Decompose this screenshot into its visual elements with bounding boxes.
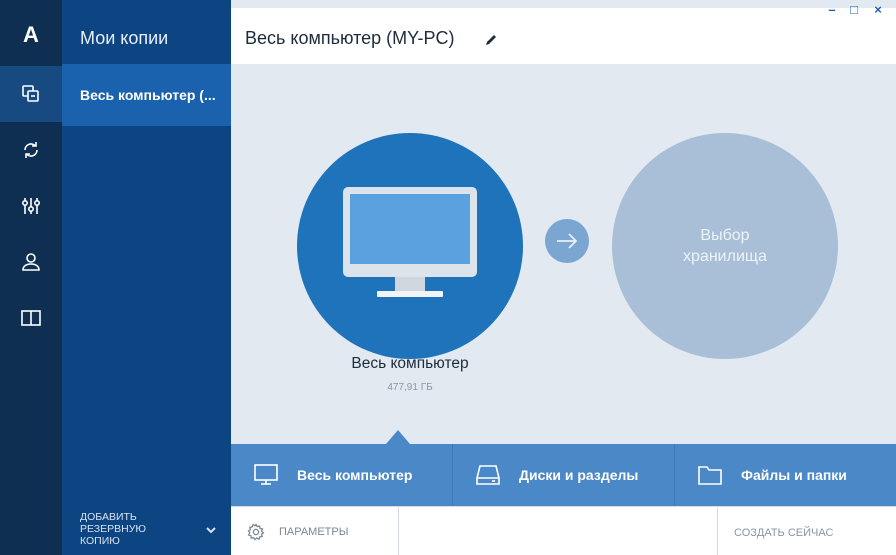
rail-item-tools[interactable] [0, 178, 62, 234]
rail-item-backup[interactable] [0, 66, 62, 122]
backup-title: Весь компьютер (MY-PC) [245, 28, 455, 48]
tab-files-folders[interactable]: Файлы и папки [675, 444, 896, 506]
maximize-button[interactable]: □ [845, 0, 863, 18]
app-logo: A [0, 10, 62, 60]
source-size: 477,91 ГБ [387, 382, 433, 393]
create-now-button[interactable]: СОЗДАТЬ СЕЙЧАС [734, 527, 833, 539]
tab-disks-partitions[interactable]: Диски и разделы [453, 444, 675, 506]
add-backup-button[interactable]: ДОБАВИТЬ РЕЗЕРВНУЮ КОПИЮ [62, 505, 231, 555]
tab-label: Диски и разделы [519, 467, 639, 483]
divider [717, 507, 718, 555]
tab-label: Файлы и папки [741, 467, 847, 483]
gear-icon [247, 523, 265, 541]
backups-panel: Мои копии Весь компьютер (... ДОБАВИТЬ Р… [62, 0, 231, 555]
bottom-bar: ПАРАМЕТРЫ СОЗДАТЬ СЕЙЧАС [231, 506, 896, 555]
selection-pointer [386, 430, 410, 444]
main-area: Весь компьютер (MY-PC) – □ × Весь компью… [231, 0, 896, 555]
source-type-tabs: Весь компьютер Диски и разделы Файлы и п… [231, 444, 896, 506]
folder-icon [698, 466, 722, 485]
tools-icon [21, 198, 41, 214]
account-icon [22, 253, 40, 271]
icon-rail: A [0, 0, 62, 555]
monitor-icon [254, 464, 278, 485]
destination-selector[interactable]: Выбор хранилища [612, 133, 838, 359]
params-label: ПАРАМЕТРЫ [279, 526, 349, 538]
divider [398, 507, 399, 555]
backup-list-item[interactable]: Весь компьютер (... [62, 64, 231, 126]
book-icon [21, 310, 41, 326]
rail-item-account[interactable] [0, 234, 62, 290]
sync-icon [24, 142, 38, 158]
destination-label: Выбор хранилища [683, 227, 767, 265]
backup-icon [22, 85, 39, 102]
add-backup-label: ДОБАВИТЬ РЕЗЕРВНУЮ КОПИЮ [80, 511, 146, 547]
source-selector[interactable] [297, 133, 523, 359]
main-header: Весь компьютер (MY-PC) [231, 8, 896, 64]
disk-icon [476, 465, 500, 485]
rail-item-book[interactable] [0, 290, 62, 346]
tab-entire-computer[interactable]: Весь компьютер [231, 444, 453, 506]
minimize-button[interactable]: – [823, 0, 841, 18]
monitor-icon [343, 187, 477, 297]
pencil-icon[interactable] [483, 32, 499, 48]
source-label: Весь компьютер [351, 355, 469, 372]
close-button[interactable]: × [869, 0, 887, 18]
chevron-down-icon [206, 527, 216, 534]
arrow-right-icon [545, 219, 589, 263]
panel-title: Мои копии [80, 28, 169, 48]
tab-label: Весь компьютер [297, 467, 413, 483]
logo-letter: A [23, 22, 39, 47]
rail-item-sync[interactable] [0, 122, 62, 178]
params-button[interactable]: ПАРАМЕТРЫ [247, 523, 348, 541]
